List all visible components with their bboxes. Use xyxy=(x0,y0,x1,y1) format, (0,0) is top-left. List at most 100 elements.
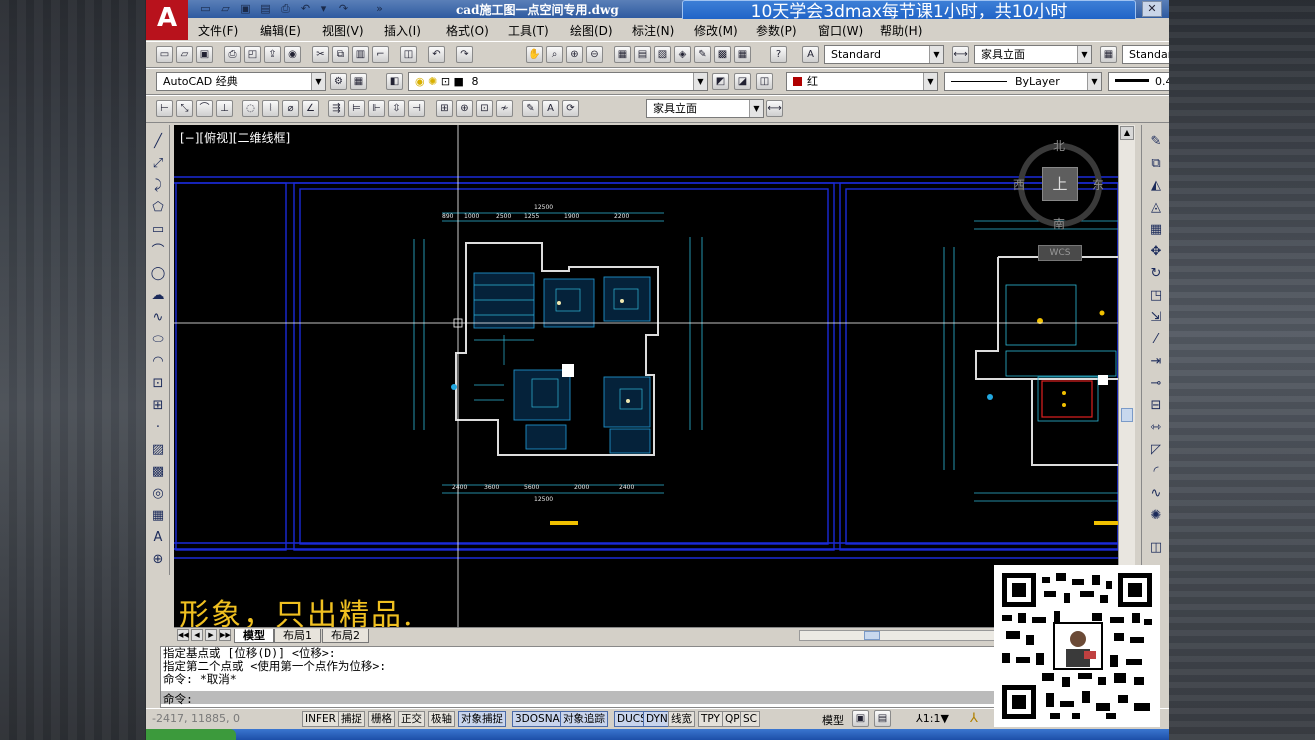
properties-icon[interactable]: ▦ xyxy=(614,46,631,63)
wcs-menu[interactable]: WCS xyxy=(1038,245,1082,261)
offset-icon[interactable]: ◬ xyxy=(1147,199,1165,217)
new-icon[interactable]: ▭ xyxy=(156,46,173,63)
toggle-otrack[interactable]: 对象追踪 xyxy=(560,711,608,727)
copy-icon[interactable]: ⧉ xyxy=(332,46,349,63)
layer-properties-icon[interactable]: ◧ xyxy=(386,73,403,90)
color-select[interactable]: 红 ▼ xyxy=(786,72,938,91)
tool-palettes-icon[interactable]: ▧ xyxy=(654,46,671,63)
table-icon[interactable]: ▦ xyxy=(149,507,167,525)
toggle-tpy[interactable]: TPY xyxy=(698,711,723,727)
menu-draw[interactable]: 绘图(D) xyxy=(570,22,613,39)
layer-state-icon[interactable]: ◫ xyxy=(756,73,773,90)
extend-icon[interactable]: ⇥ xyxy=(1147,353,1165,371)
open-icon[interactable]: ▱ xyxy=(176,46,193,63)
app-logo-icon[interactable]: A xyxy=(146,0,188,40)
linetype-select[interactable]: ByLayer ▼ xyxy=(944,72,1102,91)
join-icon[interactable]: ⇿ xyxy=(1147,419,1165,437)
region-icon[interactable]: ◎ xyxy=(149,485,167,503)
workspace-select[interactable]: AutoCAD 经典 ▼ xyxy=(156,72,326,91)
calculator-icon[interactable]: ▦ xyxy=(734,46,751,63)
copy-object-icon[interactable]: ⧉ xyxy=(1147,155,1165,173)
make-current-layer-icon[interactable]: ◩ xyxy=(712,73,729,90)
viewport-controls-label[interactable]: [−][俯视][二维线框] xyxy=(180,129,290,146)
explode-icon[interactable]: ✺ xyxy=(1147,507,1165,525)
paste-icon[interactable]: ▥ xyxy=(352,46,369,63)
redo-icon[interactable]: ↷ xyxy=(336,2,351,15)
point-icon[interactable]: · xyxy=(149,419,167,437)
layer-select[interactable]: ◉ ✺ ⊡ ■ 8 ▼ xyxy=(408,72,708,91)
3d-dwf-icon[interactable]: ◉ xyxy=(284,46,301,63)
quickcalc-icon[interactable]: ▩ xyxy=(714,46,731,63)
open-file-icon[interactable]: ▱ xyxy=(218,2,233,15)
move-icon[interactable]: ✥ xyxy=(1147,243,1165,261)
cut-icon[interactable]: ✂ xyxy=(312,46,329,63)
save-as-icon[interactable]: ▤ xyxy=(258,2,273,15)
scroll-up-icon[interactable]: ▲ xyxy=(1120,126,1134,140)
rectangle-icon[interactable]: ▭ xyxy=(149,221,167,239)
jogged-dim-icon[interactable]: ⦚ xyxy=(262,100,279,117)
toggle-snap[interactable]: 捕捉 xyxy=(338,711,365,727)
undo-toolbar-icon[interactable]: ↶ xyxy=(428,46,445,63)
new-file-icon[interactable]: ▭ xyxy=(198,2,213,15)
aligned-dim-icon[interactable]: ⤡ xyxy=(176,100,193,117)
mirror-icon[interactable]: ◭ xyxy=(1147,177,1165,195)
dim-style-icon[interactable]: ⟷ xyxy=(952,46,969,63)
polygon-icon[interactable]: ⬠ xyxy=(149,199,167,217)
zoom-window-icon[interactable]: ⊕ xyxy=(566,46,583,63)
quick-view-drawings-icon[interactable]: ▤ xyxy=(874,710,891,727)
window-close-button[interactable]: ✕ xyxy=(1142,1,1162,17)
center-mark-icon[interactable]: ⊕ xyxy=(456,100,473,117)
arc-length-icon[interactable]: ⌒ xyxy=(196,100,213,117)
menu-tools[interactable]: 工具(T) xyxy=(508,22,549,39)
undo-icon[interactable]: ↶ xyxy=(298,2,313,15)
command-prompt-input[interactable]: 命令: xyxy=(161,693,193,706)
lineweight-select[interactable]: 0.4 xyxy=(1108,72,1169,91)
toggle-polar[interactable]: 极轴 xyxy=(428,711,455,727)
menu-edit[interactable]: 编辑(E) xyxy=(260,22,301,39)
zoom-realtime-icon[interactable]: ⌕ xyxy=(546,46,563,63)
quick-view-layouts-icon[interactable]: ▣ xyxy=(852,710,869,727)
vertical-scroll-thumb[interactable] xyxy=(1121,408,1133,422)
sheet-set-icon[interactable]: ◈ xyxy=(674,46,691,63)
continue-dim-icon[interactable]: ⊩ xyxy=(368,100,385,117)
gradient-icon[interactable]: ▩ xyxy=(149,463,167,481)
rotate-icon[interactable]: ↻ xyxy=(1147,265,1165,283)
quick-access-more-icon[interactable]: » xyxy=(372,2,387,15)
horizontal-scrollbar[interactable] xyxy=(799,630,999,641)
workspace-toolbar-icon[interactable]: ▦ xyxy=(350,73,367,90)
construction-line-icon[interactable]: ⤢ xyxy=(149,155,167,173)
dim-update-icon[interactable]: ⟳ xyxy=(562,100,579,117)
workspace-settings-icon[interactable]: ⚙ xyxy=(330,73,347,90)
dim-edit-icon[interactable]: ✎ xyxy=(522,100,539,117)
toggle-osnap[interactable]: 对象捕捉 xyxy=(458,711,506,727)
multiline-text-icon[interactable]: A xyxy=(149,529,167,547)
blend-curves-icon[interactable]: ∿ xyxy=(1147,485,1165,503)
vertical-scrollbar[interactable]: ▲ ▼ xyxy=(1118,125,1135,627)
drawing-canvas[interactable]: 12500 890 1000 2500 1255 1900 2200 12500 2400 36… xyxy=(174,125,1118,627)
text-style-select[interactable]: Standard ▼ xyxy=(824,45,944,64)
pan-icon[interactable]: ✋ xyxy=(526,46,543,63)
first-tab-icon[interactable]: ◀◀ xyxy=(177,629,189,641)
layer-previous-icon[interactable]: ◪ xyxy=(734,73,751,90)
menu-view[interactable]: 视图(V) xyxy=(322,22,364,39)
insert-block-icon[interactable]: ⊡ xyxy=(149,375,167,393)
save-toolbar-icon[interactable]: ▣ xyxy=(196,46,213,63)
annotation-scale[interactable]: ⅄1:1▼ xyxy=(916,712,949,725)
ellipse-icon[interactable]: ⬭ xyxy=(149,331,167,349)
redo-toolbar-icon[interactable]: ↷ xyxy=(456,46,473,63)
start-button[interactable] xyxy=(146,729,236,740)
erase-icon[interactable]: ✎ xyxy=(1147,133,1165,151)
annotation-visibility-icon[interactable]: ⅄ xyxy=(970,711,978,726)
toggle-grid[interactable]: 栅格 xyxy=(368,711,395,727)
menu-insert[interactable]: 插入(I) xyxy=(384,22,421,39)
trim-icon[interactable]: ⁄ xyxy=(1147,331,1165,349)
tolerance-icon[interactable]: ⊞ xyxy=(436,100,453,117)
arc-icon[interactable]: ⌒ xyxy=(149,243,167,261)
angular-dim-icon[interactable]: ∠ xyxy=(302,100,319,117)
table-style-select[interactable]: Standard xyxy=(1122,45,1169,64)
menu-modify[interactable]: 修改(M) xyxy=(694,22,738,39)
zoom-previous-icon[interactable]: ⊖ xyxy=(586,46,603,63)
dim-style-select[interactable]: 家具立面 ▼ xyxy=(974,45,1092,64)
jogged-linear-icon[interactable]: ≁ xyxy=(496,100,513,117)
publish-icon[interactable]: ⇪ xyxy=(264,46,281,63)
